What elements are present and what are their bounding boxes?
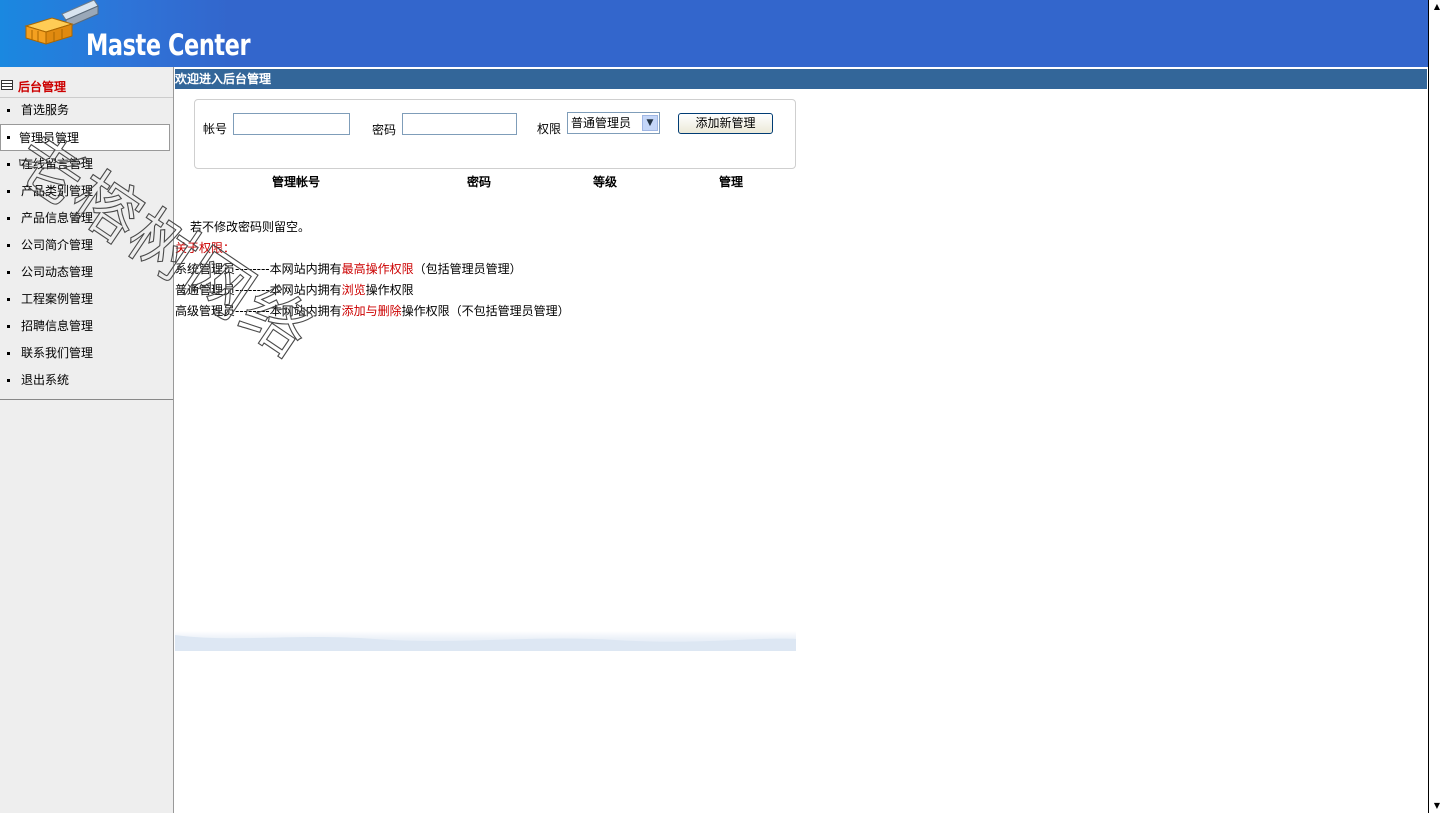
sidebar-item-label: 联系我们管理 xyxy=(21,346,94,360)
column-header-manage: 管理 xyxy=(718,175,743,189)
bullet-icon xyxy=(7,163,10,166)
password-label: 密码 xyxy=(372,123,397,137)
bullet-icon xyxy=(7,244,10,247)
sidebar-item-label: 退出系统 xyxy=(21,373,70,387)
wave-decoration xyxy=(175,635,796,651)
add-admin-button[interactable]: 添加新管理 xyxy=(678,113,773,134)
sidebar-title: 后台管理 xyxy=(18,80,67,94)
password-tip: 若不修改密码则留空。 xyxy=(190,220,311,234)
column-header-account: 管理帐号 xyxy=(271,175,320,189)
footer-decoration xyxy=(175,631,796,651)
sidebar-item-project-cases[interactable]: 工程案例管理 xyxy=(0,286,173,313)
logo-text: Maste Center xyxy=(86,28,251,62)
sidebar-item-label: 产品类别管理 xyxy=(21,184,94,198)
sidebar-divider xyxy=(0,399,173,400)
system-admin-note: 系统管理员--------本网站内拥有最高操作权限（包括管理员管理） xyxy=(175,259,875,280)
vertical-scrollbar[interactable]: ▲ ▼ xyxy=(1428,0,1444,813)
column-header-level: 等级 xyxy=(592,175,617,189)
page-title: 欢迎进入后台管理 xyxy=(175,69,1427,89)
sidebar-item-label: 公司简介管理 xyxy=(21,238,94,252)
note-highlight: 浏览 xyxy=(341,283,366,297)
sidebar-item-product-categories[interactable]: 产品类别管理 xyxy=(0,178,173,205)
sidebar-item-preferred-service[interactable]: 首选服务 xyxy=(0,97,173,124)
sidebar-item-company-profile[interactable]: 公司简介管理 xyxy=(0,232,173,259)
normal-admin-note: 普通管理员--------本网站内拥有浏览操作权限 xyxy=(175,280,875,301)
sidebar-item-logout[interactable]: 退出系统 xyxy=(0,367,173,396)
note-text: 操作权限 xyxy=(365,283,414,297)
sidebar-item-product-info[interactable]: 产品信息管理 xyxy=(0,205,173,232)
note-text: 高级管理员--------本网站内拥有 xyxy=(175,304,342,318)
list-icon xyxy=(1,80,13,90)
about-permissions: 关于权限： xyxy=(175,241,236,255)
sidebar-item-label: 招聘信息管理 xyxy=(21,319,94,333)
scroll-up-arrow-icon[interactable]: ▲ xyxy=(1432,2,1442,12)
note-text: 操作权限（不包括管理员管理） xyxy=(401,304,570,318)
password-input[interactable] xyxy=(402,113,517,135)
sidebar-item-recruitment[interactable]: 招聘信息管理 xyxy=(0,313,173,340)
role-selected-value: 普通管理员 xyxy=(571,116,632,130)
bullet-icon xyxy=(7,109,10,112)
sidebar-item-label: 工程案例管理 xyxy=(21,292,94,306)
bullet-icon xyxy=(7,379,10,382)
sidebar-item-label: 在线留言管理 xyxy=(21,157,94,171)
sidebar-item-admin-management[interactable]: 管理员管理 xyxy=(0,124,170,151)
senior-admin-note: 高级管理员--------本网站内拥有添加与删除操作权限（不包括管理员管理） xyxy=(175,301,875,322)
admin-table-header: 管理帐号 密码 等级 管理 xyxy=(175,173,796,193)
bullet-icon xyxy=(7,298,10,301)
note-text: （包括管理员管理） xyxy=(413,262,522,276)
scroll-down-arrow-icon[interactable]: ▼ xyxy=(1432,801,1442,811)
column-header-password: 密码 xyxy=(466,175,491,189)
sidebar-item-label: 公司动态管理 xyxy=(21,265,94,279)
bullet-icon xyxy=(7,217,10,220)
permission-notes: 若不修改密码则留空。 关于权限： 系统管理员--------本网站内拥有最高操作… xyxy=(175,217,875,322)
sidebar-item-label: 管理员管理 xyxy=(19,131,80,145)
main-content: 欢迎进入后台管理 帐号 密码 权限 普通管理员 ▼ 添加新管理 管理帐号 密码 … xyxy=(175,67,1427,813)
chevron-down-icon[interactable]: ▼ xyxy=(642,115,658,131)
role-label: 权限 xyxy=(537,122,562,136)
header-banner: Maste Center xyxy=(0,0,1428,67)
bullet-icon xyxy=(7,325,10,328)
sidebar-item-online-messages[interactable]: 在线留言管理 xyxy=(0,151,173,178)
account-label: 帐号 xyxy=(203,122,228,136)
note-highlight: 最高操作权限 xyxy=(341,262,414,276)
note-text: 系统管理员--------本网站内拥有 xyxy=(175,262,342,276)
sidebar-item-contact-us[interactable]: 联系我们管理 xyxy=(0,340,173,367)
note-highlight: 添加与删除 xyxy=(341,304,402,318)
bullet-icon xyxy=(7,136,10,139)
bullet-icon xyxy=(7,190,10,193)
sidebar: 后台管理 首选服务 管理员管理 在线留言管理 产品类别管理 产品信息管理 公司简… xyxy=(0,67,174,813)
sidebar-item-label: 产品信息管理 xyxy=(21,211,94,225)
bullet-icon xyxy=(7,352,10,355)
bullet-icon xyxy=(7,271,10,274)
sidebar-menu: 首选服务 管理员管理 在线留言管理 产品类别管理 产品信息管理 公司简介管理 公… xyxy=(0,97,173,396)
sidebar-item-label: 首选服务 xyxy=(21,103,70,117)
account-input[interactable] xyxy=(233,113,350,135)
role-select[interactable]: 普通管理员 ▼ xyxy=(567,112,660,134)
sidebar-header: 后台管理 xyxy=(0,70,173,98)
note-text: 普通管理员--------本网站内拥有 xyxy=(175,283,342,297)
sidebar-item-company-news[interactable]: 公司动态管理 xyxy=(0,259,173,286)
add-admin-form: 帐号 密码 权限 普通管理员 ▼ 添加新管理 xyxy=(194,99,796,169)
